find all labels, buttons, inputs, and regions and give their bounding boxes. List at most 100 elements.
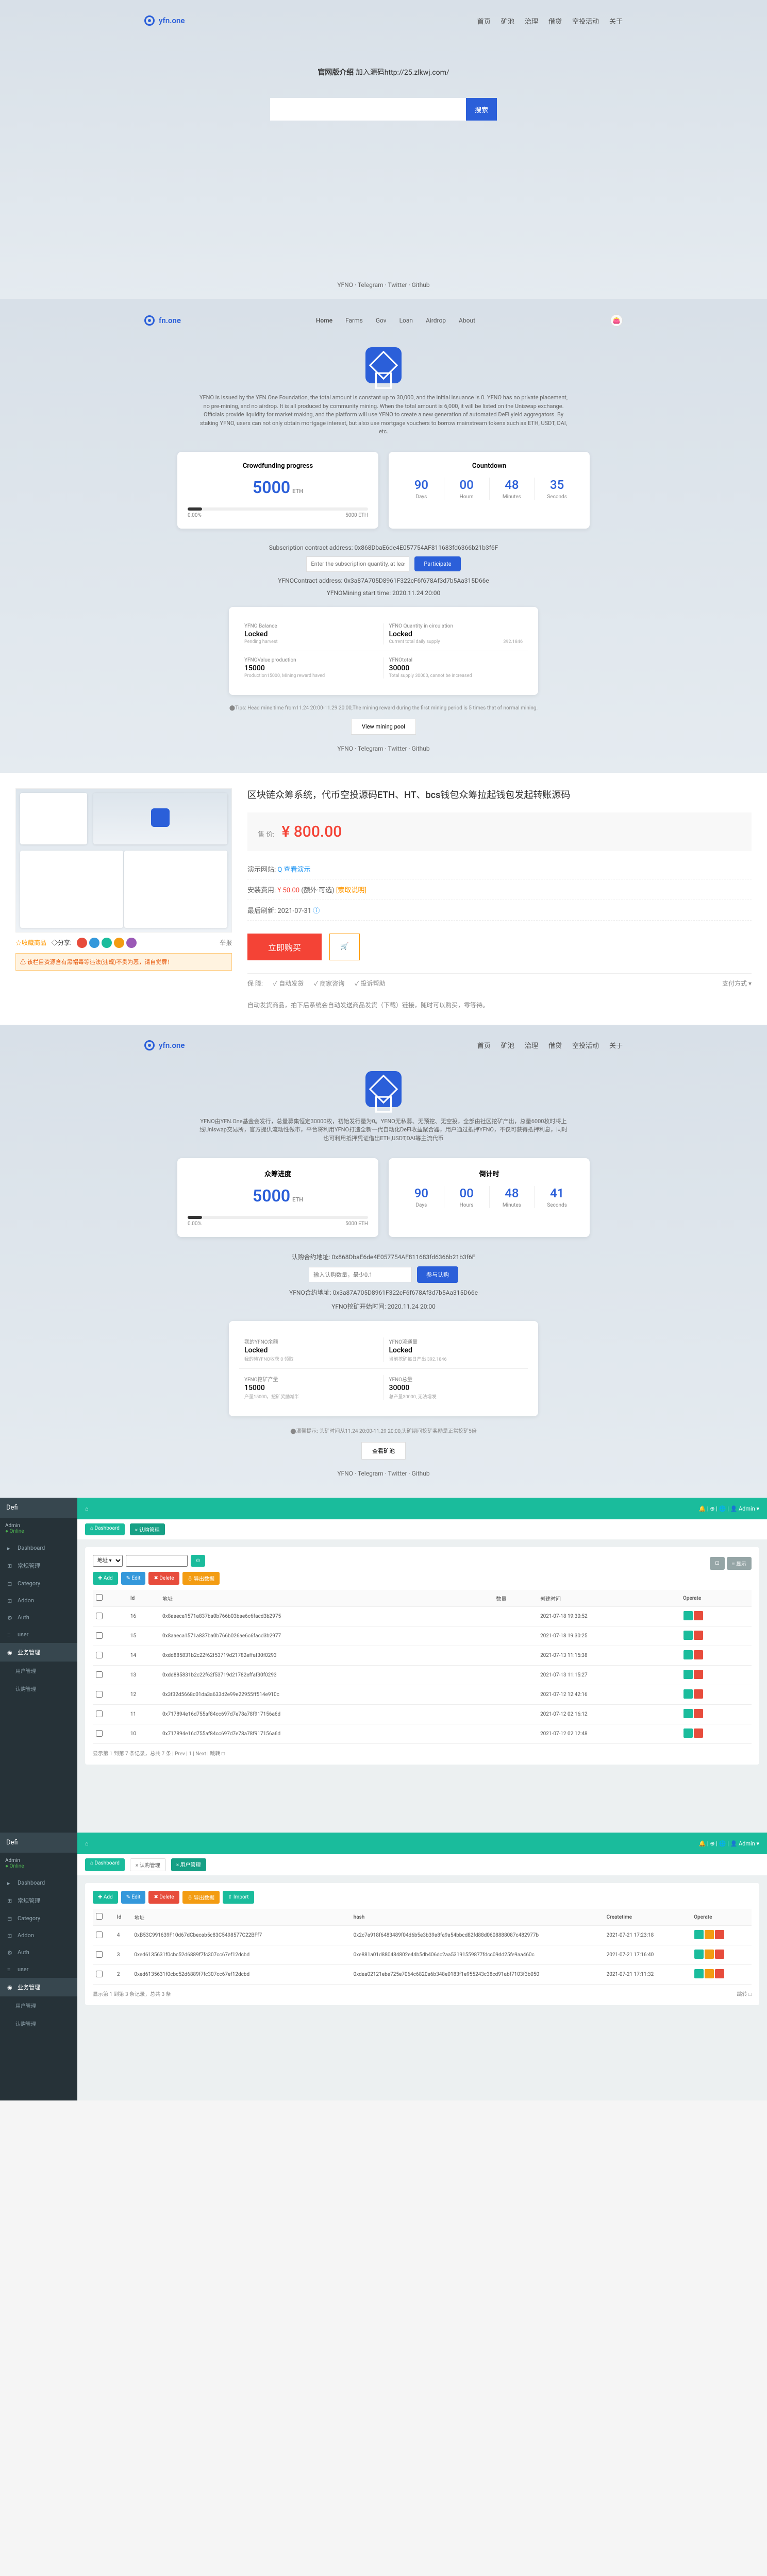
nav-gov[interactable]: 治理 [525, 1040, 538, 1050]
edit-icon[interactable] [683, 1650, 693, 1659]
column-header[interactable]: 地址 [159, 1590, 493, 1607]
favorite-link[interactable]: ☆收藏商品 [15, 938, 46, 947]
nav-loan[interactable]: 借贷 [548, 16, 562, 26]
sidebar-item[interactable]: ⊟Category [0, 1575, 77, 1592]
tool-button[interactable]: ⇩ 导出数据 [182, 1891, 220, 1904]
demo-link[interactable]: Q 查看演示 [277, 866, 310, 874]
row-checkbox[interactable] [96, 1671, 103, 1678]
edit-icon[interactable] [683, 1709, 693, 1718]
column-header[interactable]: Operate [680, 1590, 752, 1607]
crumb-user[interactable]: × 用户管理 [171, 1858, 206, 1871]
crumb-sub[interactable]: × 认购管理 [130, 1523, 165, 1535]
sidebar-item[interactable]: ⚙Auth [0, 1944, 77, 1961]
edit-icon[interactable] [683, 1728, 693, 1738]
sidebar-item[interactable]: ⊡Addon [0, 1592, 77, 1609]
delete-icon[interactable] [715, 1969, 724, 1978]
row-checkbox[interactable] [96, 1613, 103, 1619]
column-header[interactable] [93, 1909, 114, 1926]
nav-home[interactable]: Home [316, 317, 332, 324]
topbar-right[interactable]: 🔔 | ⊕ | 🌐 | 👤 Admin ▾ [699, 1505, 760, 1512]
logo[interactable]: yfn.one [144, 15, 185, 26]
column-header[interactable]: Createtime [604, 1909, 691, 1926]
edit-icon[interactable] [683, 1670, 693, 1679]
nav-airdrop[interactable]: 空投活动 [572, 16, 599, 26]
sidebar-item[interactable]: ◉业务管理 [0, 1978, 77, 1996]
nav-farms[interactable]: Farms [345, 317, 363, 324]
delete-icon[interactable] [715, 1930, 724, 1939]
tool-button[interactable]: ✎ Edit [121, 1572, 146, 1585]
edit-icon[interactable] [683, 1689, 693, 1699]
sidebar-subitem[interactable]: 认购管理 [0, 2014, 77, 2032]
crumb-dashboard[interactable]: ⌂ Dashboard [85, 1523, 125, 1535]
home-icon[interactable]: ⌂ [85, 1505, 89, 1512]
buy-button[interactable]: 立即购买 [247, 934, 322, 960]
delete-icon[interactable] [694, 1709, 703, 1718]
sidebar-item[interactable]: ▸Dashboard [0, 1539, 77, 1556]
row-checkbox[interactable] [96, 1632, 103, 1639]
edit-icon[interactable] [705, 1930, 714, 1939]
jump-input[interactable]: 跳转 □ [737, 1990, 752, 1997]
share-weibo-icon[interactable] [77, 938, 87, 948]
sidebar-subitem[interactable]: 用户管理 [0, 1662, 77, 1680]
tool-button[interactable]: ✚ Add [93, 1891, 118, 1904]
column-header[interactable]: Id [114, 1909, 131, 1926]
share-qq-icon[interactable] [114, 938, 124, 948]
nav-airdrop[interactable]: 空投活动 [572, 1040, 599, 1050]
nav-home[interactable]: 首页 [477, 1040, 491, 1050]
nav-airdrop[interactable]: Airdrop [426, 317, 446, 324]
delete-icon[interactable] [694, 1650, 703, 1659]
share-more-icon[interactable] [126, 938, 137, 948]
column-header[interactable]: 数量 [493, 1590, 538, 1607]
nav-loan[interactable]: Loan [399, 317, 413, 324]
delete-icon[interactable] [694, 1670, 703, 1679]
quantity-input[interactable] [309, 1267, 412, 1282]
report-link[interactable]: 举报 [220, 938, 232, 947]
column-header[interactable]: hash [351, 1909, 604, 1926]
search-button[interactable]: ⊙ [191, 1555, 205, 1567]
sidebar-item[interactable]: ▸Dashboard [0, 1874, 77, 1891]
column-header[interactable]: 创建时间 [537, 1590, 680, 1607]
tool-button[interactable]: ✎ Edit [121, 1891, 146, 1904]
search-input[interactable] [270, 98, 466, 121]
view-pool-button[interactable]: 查看矿池 [361, 1442, 406, 1460]
view-pool-button[interactable]: View mining pool [351, 719, 416, 735]
logo[interactable]: fn.one [144, 315, 181, 326]
view-icon[interactable] [694, 1950, 704, 1959]
thumb-image[interactable] [15, 788, 232, 933]
crumb-dashboard[interactable]: ⌂ Dashboard [85, 1858, 125, 1871]
sidebar-item[interactable]: ⊞常规管理 [0, 1556, 77, 1575]
view-icon[interactable] [694, 1930, 704, 1939]
edit-icon[interactable] [683, 1631, 693, 1640]
row-checkbox[interactable] [96, 1931, 103, 1938]
nav-pool[interactable]: 矿池 [501, 1040, 514, 1050]
tool-button[interactable]: ✖ Delete [148, 1572, 179, 1585]
edit-icon[interactable] [705, 1969, 714, 1978]
row-checkbox[interactable] [96, 1691, 103, 1698]
nav-loan[interactable]: 借贷 [548, 1040, 562, 1050]
delete-icon[interactable] [694, 1689, 703, 1699]
nav-gov[interactable]: Gov [376, 317, 387, 324]
select-all-checkbox[interactable] [96, 1913, 103, 1920]
tool-button[interactable]: ⇧ Import [223, 1891, 254, 1904]
sidebar-item[interactable]: ⊟Category [0, 1910, 77, 1927]
sidebar-item[interactable]: ◉业务管理 [0, 1643, 77, 1662]
quantity-input[interactable] [306, 556, 409, 572]
tool-button[interactable]: ⇩ 导出数据 [182, 1572, 220, 1585]
crumb-sub[interactable]: × 认购管理 [130, 1858, 166, 1871]
sidebar-item[interactable]: ⊞常规管理 [0, 1891, 77, 1910]
delete-icon[interactable] [715, 1950, 724, 1959]
share-wechat-icon[interactable] [102, 938, 112, 948]
column-header[interactable]: Id [127, 1590, 159, 1607]
payment-dropdown[interactable]: 支付方式 ▾ [722, 979, 752, 988]
install-ask-link[interactable]: [索取说明] [336, 887, 366, 894]
nav-about[interactable]: 关于 [609, 1040, 623, 1050]
logo[interactable]: yfn.one [144, 1040, 185, 1050]
sidebar-item[interactable]: ⊡Addon [0, 1927, 77, 1944]
nav-gov[interactable]: 治理 [525, 16, 538, 26]
search-input[interactable] [126, 1555, 188, 1567]
cart-button[interactable]: 🛒 [329, 934, 360, 960]
search-button[interactable]: 搜索 [466, 98, 497, 121]
column-header[interactable] [93, 1590, 127, 1607]
delete-icon[interactable] [694, 1611, 703, 1620]
participate-button[interactable]: 参与认购 [417, 1266, 458, 1283]
